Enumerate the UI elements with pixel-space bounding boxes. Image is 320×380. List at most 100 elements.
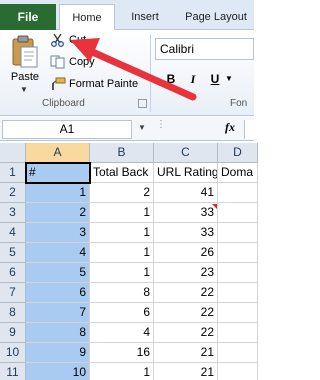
scissors-icon	[50, 33, 66, 48]
cell-b11[interactable]: 1	[90, 363, 154, 380]
comment-indicator-icon[interactable]	[212, 204, 217, 209]
name-box[interactable]: A1	[2, 120, 132, 139]
paste-button[interactable]: Paste ▼	[4, 33, 42, 95]
copy-icon	[50, 55, 66, 69]
row-header[interactable]: 3	[0, 203, 26, 223]
table-row: 9 8 4 22	[0, 323, 258, 343]
cell-a7[interactable]: 6	[26, 283, 90, 303]
cell-b9[interactable]: 4	[90, 323, 154, 343]
cell-b5[interactable]: 1	[90, 243, 154, 263]
column-header-d[interactable]: D	[218, 143, 258, 163]
column-header-a[interactable]: A	[26, 143, 90, 163]
cell-a9[interactable]: 8	[26, 323, 90, 343]
row-header[interactable]: 9	[0, 323, 26, 343]
format-painter-button[interactable]: Format Painte	[50, 76, 138, 93]
table-row: 6 5 1 23	[0, 263, 258, 283]
formula-bar: A1 ▼ ⋮ fx	[0, 117, 254, 141]
cell-a3[interactable]: 2	[26, 203, 90, 223]
cell-c8[interactable]: 22	[154, 303, 218, 323]
table-row: 5 4 1 26	[0, 243, 258, 263]
underline-button[interactable]: U	[206, 70, 224, 88]
paintbrush-icon	[50, 77, 66, 91]
row-header[interactable]: 8	[0, 303, 26, 323]
font-name-box[interactable]: Calibri	[155, 38, 254, 60]
select-all-corner[interactable]	[0, 143, 26, 163]
tab-home[interactable]: Home	[59, 4, 115, 31]
font-group-label: Fon	[230, 98, 248, 109]
row-header[interactable]: 4	[0, 223, 26, 243]
tab-page-layout[interactable]: Page Layout	[178, 4, 254, 30]
cell-a2[interactable]: 1	[26, 183, 90, 203]
active-cell-cursor	[25, 162, 91, 184]
table-row: 3 2 1 33	[0, 203, 258, 223]
cell-c7[interactable]: 22	[154, 283, 218, 303]
row-header[interactable]: 10	[0, 343, 26, 363]
clipboard-paste-icon	[11, 35, 39, 72]
grip-dots-icon[interactable]: ⋮	[156, 119, 166, 130]
cell-d9[interactable]	[218, 323, 258, 343]
row-header[interactable]: 7	[0, 283, 26, 303]
copy-button[interactable]: Copy	[50, 54, 95, 71]
dialog-launcher-icon[interactable]	[138, 99, 147, 108]
cell-a5[interactable]: 4	[26, 243, 90, 263]
italic-button[interactable]: I	[184, 70, 202, 88]
cell-c5[interactable]: 26	[154, 243, 218, 263]
column-header-c[interactable]: C	[154, 143, 218, 163]
cell-b10[interactable]: 16	[90, 343, 154, 363]
row-header[interactable]: 6	[0, 263, 26, 283]
cell-d5[interactable]	[218, 243, 258, 263]
formula-input[interactable]	[244, 120, 254, 139]
chevron-down-icon[interactable]: ▼	[225, 74, 233, 83]
cell-c11[interactable]: 21	[154, 363, 218, 380]
chevron-down-icon[interactable]: ▼	[138, 123, 146, 132]
row-header[interactable]: 5	[0, 243, 26, 263]
column-header-b[interactable]: B	[90, 143, 154, 163]
cell-d7[interactable]	[218, 283, 258, 303]
chevron-down-icon[interactable]: ▼	[20, 85, 28, 94]
cell-c9[interactable]: 22	[154, 323, 218, 343]
row-header[interactable]: 2	[0, 183, 26, 203]
cut-button[interactable]: Cut	[50, 32, 86, 49]
cell-c3[interactable]: 33	[154, 203, 218, 223]
cell-d8[interactable]	[218, 303, 258, 323]
cell-d6[interactable]	[218, 263, 258, 283]
table-row: 2 1 2 41	[0, 183, 258, 203]
cut-label: Cut	[69, 34, 87, 46]
cell-c2[interactable]: 41	[154, 183, 218, 203]
cell-a8[interactable]: 7	[26, 303, 90, 323]
cell-b3[interactable]: 1	[90, 203, 154, 223]
cell-c4[interactable]: 33	[154, 223, 218, 243]
row-header[interactable]: 11	[0, 363, 26, 380]
cell-b6[interactable]: 1	[90, 263, 154, 283]
cell-d10[interactable]	[218, 343, 258, 363]
bold-button[interactable]: B	[162, 70, 180, 88]
table-row: 10 9 16 21	[0, 343, 258, 363]
format-painter-label: Format Painte	[69, 78, 139, 90]
paste-label: Paste	[10, 71, 40, 83]
cell-b8[interactable]: 6	[90, 303, 154, 323]
cell-b7[interactable]: 8	[90, 283, 154, 303]
row-header[interactable]: 1	[0, 163, 26, 183]
cell-c6[interactable]: 23	[154, 263, 218, 283]
cell-b2[interactable]: 2	[90, 183, 154, 203]
cell-d11[interactable]	[218, 363, 258, 380]
insert-function-icon[interactable]: fx	[225, 120, 235, 135]
cell-d1[interactable]: Doma	[218, 163, 258, 183]
cell-d3[interactable]	[218, 203, 258, 223]
cell-c1[interactable]: URL Rating	[154, 163, 218, 183]
cell-b4[interactable]: 1	[90, 223, 154, 243]
clipboard-group-label: Clipboard	[42, 98, 85, 109]
cell-d4[interactable]	[218, 223, 258, 243]
cell-a11[interactable]: 10	[26, 363, 90, 380]
cell-b1[interactable]: Total Back	[90, 163, 154, 183]
cell-c10[interactable]: 21	[154, 343, 218, 363]
column-header-row: A B C D	[0, 143, 258, 163]
cell-d2[interactable]	[218, 183, 258, 203]
table-row: 8 7 6 22	[0, 303, 258, 323]
ribbon-tab-strip: File Home Insert Page Layout	[0, 0, 254, 31]
tab-insert[interactable]: Insert	[119, 4, 171, 30]
tab-file[interactable]: File	[0, 4, 56, 30]
cell-a6[interactable]: 5	[26, 263, 90, 283]
cell-a10[interactable]: 9	[26, 343, 90, 363]
cell-a4[interactable]: 3	[26, 223, 90, 243]
